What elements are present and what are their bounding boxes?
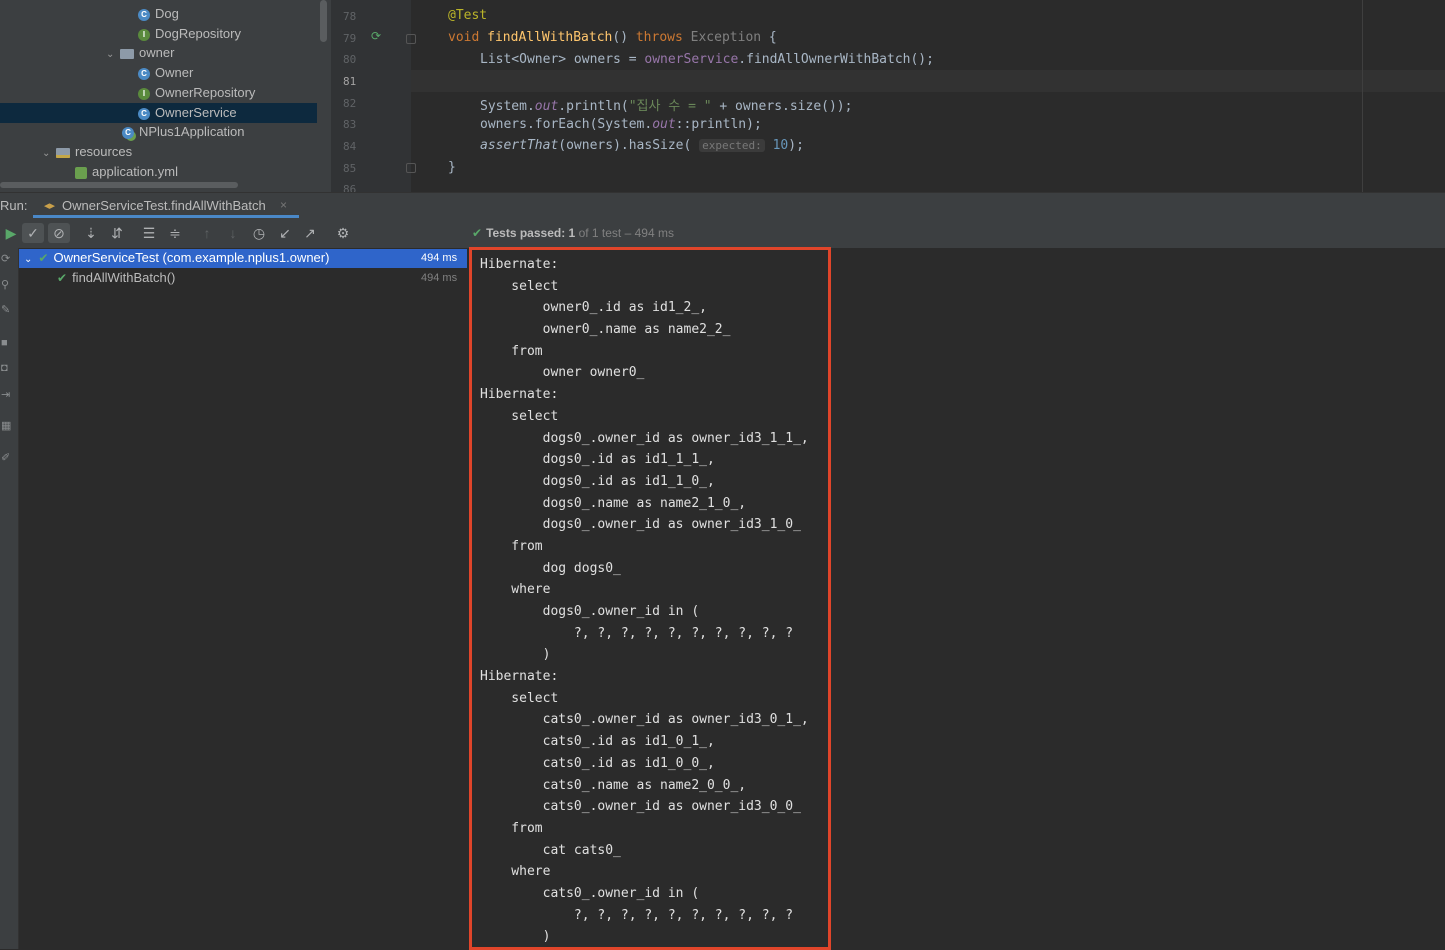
- tree-item-label: OwnerRepository: [155, 85, 256, 100]
- line-number: 82: [343, 97, 357, 110]
- parameter-hint: expected:: [699, 139, 765, 152]
- chevron-down-icon[interactable]: ⌄: [106, 45, 116, 65]
- chevron-down-icon[interactable]: ⌄: [42, 144, 52, 164]
- sort-by-duration-icon[interactable]: ⇵: [106, 223, 128, 243]
- import-tests-icon[interactable]: ↙: [274, 223, 296, 243]
- tree-item-label: owner: [139, 45, 175, 60]
- expand-all-icon[interactable]: ☰: [138, 223, 160, 243]
- test-run-icon: ◂▸: [44, 200, 56, 212]
- interface-icon: I: [138, 28, 150, 41]
- code-line-80: List<Owner> owners = ownerService.findAl…: [480, 52, 934, 67]
- camera-icon[interactable]: ◘: [1, 362, 8, 374]
- test-duration: 494 ms: [421, 272, 458, 284]
- line-number: 85: [343, 162, 357, 175]
- tree-item-dog[interactable]: C Dog: [138, 4, 179, 24]
- tree-item-application-yml[interactable]: application.yml: [75, 162, 178, 182]
- tree-item-owner-package[interactable]: ⌄ owner: [106, 43, 174, 63]
- current-line-highlight: [411, 70, 1445, 92]
- yaml-icon: [75, 166, 87, 179]
- code-line-78: @Test: [448, 8, 488, 23]
- gear-icon[interactable]: ⚙: [332, 223, 354, 243]
- run-side-toolbar: [0, 248, 19, 949]
- collapse-all-icon[interactable]: ≑: [164, 223, 186, 243]
- exit-icon[interactable]: ⇥: [1, 388, 10, 401]
- wrench-icon[interactable]: ✎: [1, 303, 10, 316]
- export-tests-icon[interactable]: ↗: [299, 223, 321, 243]
- layout-icon[interactable]: ▦: [1, 419, 11, 432]
- line-number: 83: [343, 118, 357, 131]
- active-tab-indicator: [33, 215, 299, 218]
- tree-item-label: application.yml: [92, 164, 178, 179]
- check-icon: ✔: [38, 251, 49, 265]
- line-number: 79: [343, 32, 357, 45]
- spring-app-icon: C: [122, 126, 134, 139]
- tree-horizontal-scrollbar[interactable]: [0, 182, 238, 188]
- stop-icon[interactable]: ■: [1, 337, 8, 349]
- project-tree: C Dog I DogRepository ⌄ owner C Owner I Owner…: [0, 0, 331, 192]
- code-line-82: System.out.println("집사 수 = " + owners.si…: [480, 99, 853, 114]
- debug-icon[interactable]: ⚲: [1, 278, 9, 291]
- right-margin-guide: [1362, 0, 1363, 192]
- tree-item-label: resources: [75, 144, 133, 159]
- show-passed-icon[interactable]: ✓: [22, 223, 44, 243]
- test-method-node[interactable]: ✔ findAllWithBatch(): [57, 270, 175, 285]
- previous-failed-icon[interactable]: ↑: [196, 223, 218, 243]
- test-duration: 494 ms: [421, 252, 458, 264]
- tree-item-dogrepository[interactable]: I DogRepository: [138, 24, 241, 44]
- code-line-83: owners.forEach(System.out::println);: [480, 117, 762, 132]
- test-results-tree: [19, 248, 468, 949]
- close-icon[interactable]: ×: [280, 198, 287, 212]
- test-suite-node[interactable]: ⌄ ✔ OwnerServiceTest (com.example.nplus1.o…: [24, 250, 329, 265]
- highlight-annotation-box: [469, 247, 831, 950]
- check-icon: ✔: [57, 271, 68, 285]
- check-icon: ✔: [472, 226, 483, 240]
- run-label: Run:: [0, 198, 28, 213]
- line-number: 78: [343, 10, 357, 23]
- fold-marker-icon[interactable]: [406, 34, 416, 44]
- tree-vertical-scrollbar[interactable]: [320, 0, 327, 42]
- class-icon: C: [138, 67, 150, 80]
- code-line-79: void findAllWithBatch() throws Exception…: [448, 30, 777, 45]
- tree-item-nplus1application[interactable]: C NPlus1Application: [122, 122, 245, 142]
- code-line-85: }: [448, 160, 456, 175]
- sort-alphabetically-icon[interactable]: ⇣: [80, 223, 102, 243]
- tab-run-configuration[interactable]: OwnerServiceTest.findAllWithBatch: [62, 198, 266, 213]
- tree-item-label: Dog: [155, 6, 179, 21]
- show-ignored-icon[interactable]: ⊘: [48, 223, 70, 243]
- tests-status: ✔ Tests passed: 1 of 1 test – 494 ms: [472, 226, 674, 240]
- tree-item-label: Owner: [155, 65, 194, 80]
- class-icon: C: [138, 8, 150, 21]
- tree-item-label: NPlus1Application: [139, 124, 245, 139]
- tree-item-label: DogRepository: [155, 26, 241, 41]
- run-test-gutter-icon[interactable]: ⟳: [371, 29, 385, 43]
- fold-marker-icon[interactable]: [406, 163, 416, 173]
- rerun-icon[interactable]: ▶: [0, 223, 22, 243]
- resources-folder-icon: [56, 147, 70, 158]
- test-history-icon[interactable]: ◷: [248, 223, 270, 243]
- line-number: 84: [343, 140, 357, 153]
- code-line-84: assertThat(owners).hasSize( expected: 10…: [480, 138, 804, 153]
- line-number: 81: [343, 75, 357, 88]
- line-number: 80: [343, 53, 357, 66]
- tree-item-ownerservice[interactable]: C OwnerService: [0, 103, 317, 123]
- pin-icon[interactable]: ✐: [1, 451, 10, 464]
- interface-icon: I: [138, 87, 150, 100]
- tree-item-resources[interactable]: ⌄ resources: [42, 142, 132, 162]
- chevron-down-icon[interactable]: ⌄: [24, 254, 32, 265]
- tree-item-ownerrepository[interactable]: I OwnerRepository: [138, 83, 255, 103]
- package-icon: [120, 48, 134, 59]
- tree-item-label: OwnerService: [155, 105, 237, 120]
- rerun-failed-icon[interactable]: ⟳: [1, 252, 10, 265]
- tree-item-owner[interactable]: C Owner: [138, 63, 193, 83]
- next-failed-icon[interactable]: ↓: [222, 223, 244, 243]
- class-icon: C: [138, 107, 150, 120]
